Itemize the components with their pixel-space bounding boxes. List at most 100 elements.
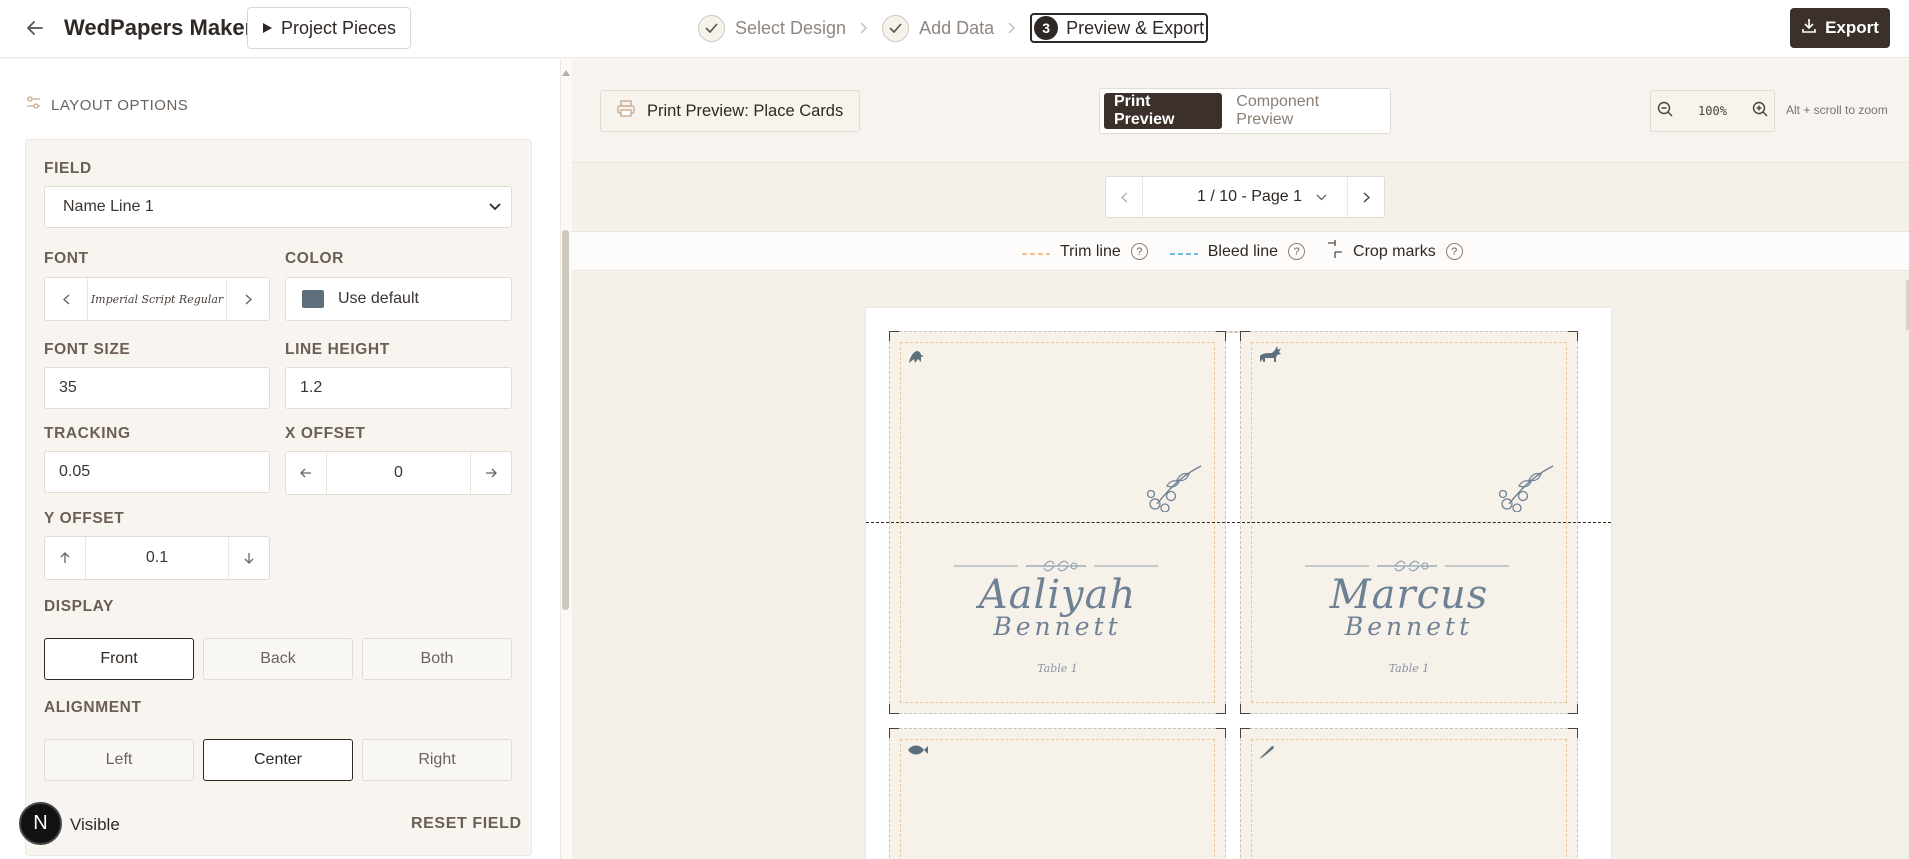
legend-bleed: Bleed line ? [1169, 242, 1306, 261]
chevron-down-icon [489, 198, 501, 216]
display-back-button[interactable]: Back [203, 638, 353, 680]
floral-sprig-icon [1497, 464, 1555, 517]
tab-print-preview[interactable]: Print Preview [1104, 93, 1223, 129]
arrow-right-icon[interactable] [471, 452, 511, 494]
align-right-button[interactable]: Right [362, 739, 512, 781]
font-size-input[interactable]: 35 [44, 367, 270, 409]
visible-toggle[interactable]: Visible [70, 815, 120, 835]
font-size-value: 35 [59, 379, 77, 396]
line-height-value: 1.2 [300, 379, 323, 396]
bleed-line-icon [1169, 243, 1198, 261]
section-title: LAYOUT OPTIONS [51, 96, 189, 114]
help-icon[interactable]: ? [1445, 243, 1463, 260]
display-both-button[interactable]: Both [362, 638, 512, 680]
color-swatch [302, 290, 324, 308]
chevron-right-icon [860, 22, 868, 34]
align-center-button[interactable]: Center [203, 739, 353, 781]
font-next-button[interactable] [227, 278, 269, 320]
alignment-label: ALIGNMENT [44, 699, 142, 716]
table-number: Table 1 [1037, 662, 1078, 675]
trim-line-icon [1022, 243, 1050, 261]
crop-mark [1240, 704, 1250, 714]
tab-component-preview[interactable]: Component Preview [1226, 93, 1386, 129]
line-height-label: LINE HEIGHT [285, 341, 390, 358]
line-height-input[interactable]: 1.2 [285, 367, 512, 409]
y-offset-value[interactable]: 0.1 [85, 537, 229, 579]
help-icon[interactable]: ? [1130, 243, 1148, 260]
n-badge[interactable]: N [19, 802, 62, 845]
page-select[interactable]: 1 / 10 - Page 1 [1142, 177, 1348, 217]
zoom-control: 100% [1650, 90, 1775, 132]
font-picker: Imperial Script Regular [44, 277, 270, 321]
table-number: Table 1 [1388, 662, 1430, 675]
align-left-button[interactable]: Left [44, 739, 194, 781]
help-icon[interactable]: ? [1288, 243, 1306, 260]
font-prev-button[interactable] [45, 278, 87, 320]
app-title: WedPapers Maker [64, 15, 254, 40]
trim-line [900, 739, 1215, 859]
step-number: 3 [1034, 16, 1059, 40]
arrow-down-icon[interactable] [229, 537, 269, 579]
export-label: Export [1825, 18, 1879, 37]
crop-marks-icon [1327, 240, 1343, 263]
zoom-out-icon[interactable] [1657, 101, 1673, 122]
arrow-up-icon[interactable] [45, 537, 85, 579]
place-card[interactable] [889, 728, 1226, 859]
page-navigator: 1 / 10 - Page 1 [1105, 176, 1385, 218]
print-preview-title[interactable]: Print Preview: Place Cards [600, 90, 861, 132]
scroll-up-icon[interactable] [562, 63, 570, 76]
bleed-label: Bleed line [1207, 242, 1279, 260]
place-card[interactable] [1240, 728, 1578, 859]
font-sample[interactable]: Imperial Script Regular [87, 278, 227, 320]
download-icon [1801, 18, 1817, 39]
display-front-button[interactable]: Front [44, 638, 194, 680]
step-select-design[interactable]: Select Design [698, 14, 846, 42]
legend-crop: Crop marks ? [1327, 240, 1463, 263]
field-label: FIELD [44, 160, 92, 177]
play-icon [262, 18, 273, 39]
reset-field-button[interactable]: RESET FIELD [411, 815, 522, 833]
field-select-value: Name Line 1 [63, 198, 154, 215]
arrow-left-icon[interactable] [286, 452, 326, 494]
step-label: Preview & Export [1066, 17, 1205, 38]
crop-mark [1568, 728, 1578, 738]
flourish-divider [1305, 554, 1509, 574]
bird-icon [906, 346, 926, 366]
crop-mark [889, 728, 899, 738]
sliders-icon [26, 96, 41, 114]
crop-mark [1568, 331, 1578, 341]
fold-line [866, 522, 1611, 523]
crop-mark [1568, 704, 1578, 714]
zoom-hint: Alt + scroll to zoom [1786, 103, 1888, 117]
tracking-input[interactable]: 0.05 [44, 451, 270, 493]
tracking-label: TRACKING [44, 425, 131, 442]
step-label: Add Data [919, 17, 995, 38]
font-label: FONT [44, 250, 89, 267]
printer-icon [617, 100, 635, 122]
back-arrow-icon[interactable] [22, 15, 48, 41]
prev-page-icon[interactable] [1106, 177, 1142, 217]
field-select[interactable]: Name Line 1 [44, 186, 512, 228]
trim-line [1251, 739, 1567, 859]
y-offset-stepper: 0.1 [44, 536, 270, 580]
x-offset-value[interactable]: 0 [326, 452, 471, 494]
step-preview-export[interactable]: 3 Preview & Export [1030, 13, 1209, 43]
color-picker[interactable]: Use default [285, 277, 512, 321]
print-legend: Trim line ? Bleed line ? Crop marks ? [1022, 240, 1463, 263]
floral-sprig-icon [1145, 464, 1203, 517]
export-button[interactable]: Export [1790, 8, 1890, 48]
next-page-icon[interactable] [1348, 177, 1384, 217]
x-offset-stepper: 0 [285, 451, 512, 495]
zoom-in-icon[interactable] [1752, 101, 1768, 122]
chevron-right-icon [1008, 22, 1016, 34]
crop-mark [1240, 331, 1250, 341]
zoom-value: 100% [1698, 104, 1727, 118]
project-pieces-button[interactable]: Project Pieces [247, 7, 412, 49]
sidebar-scrollbar-thumb[interactable] [562, 230, 569, 610]
flourish-divider [954, 554, 1158, 574]
step-add-data[interactable]: Add Data [882, 14, 995, 42]
legend-trim: Trim line ? [1022, 243, 1148, 261]
trim-label: Trim line [1060, 242, 1121, 260]
view-toggle: Print Preview Component Preview [1099, 88, 1391, 134]
fish-icon [906, 743, 930, 763]
